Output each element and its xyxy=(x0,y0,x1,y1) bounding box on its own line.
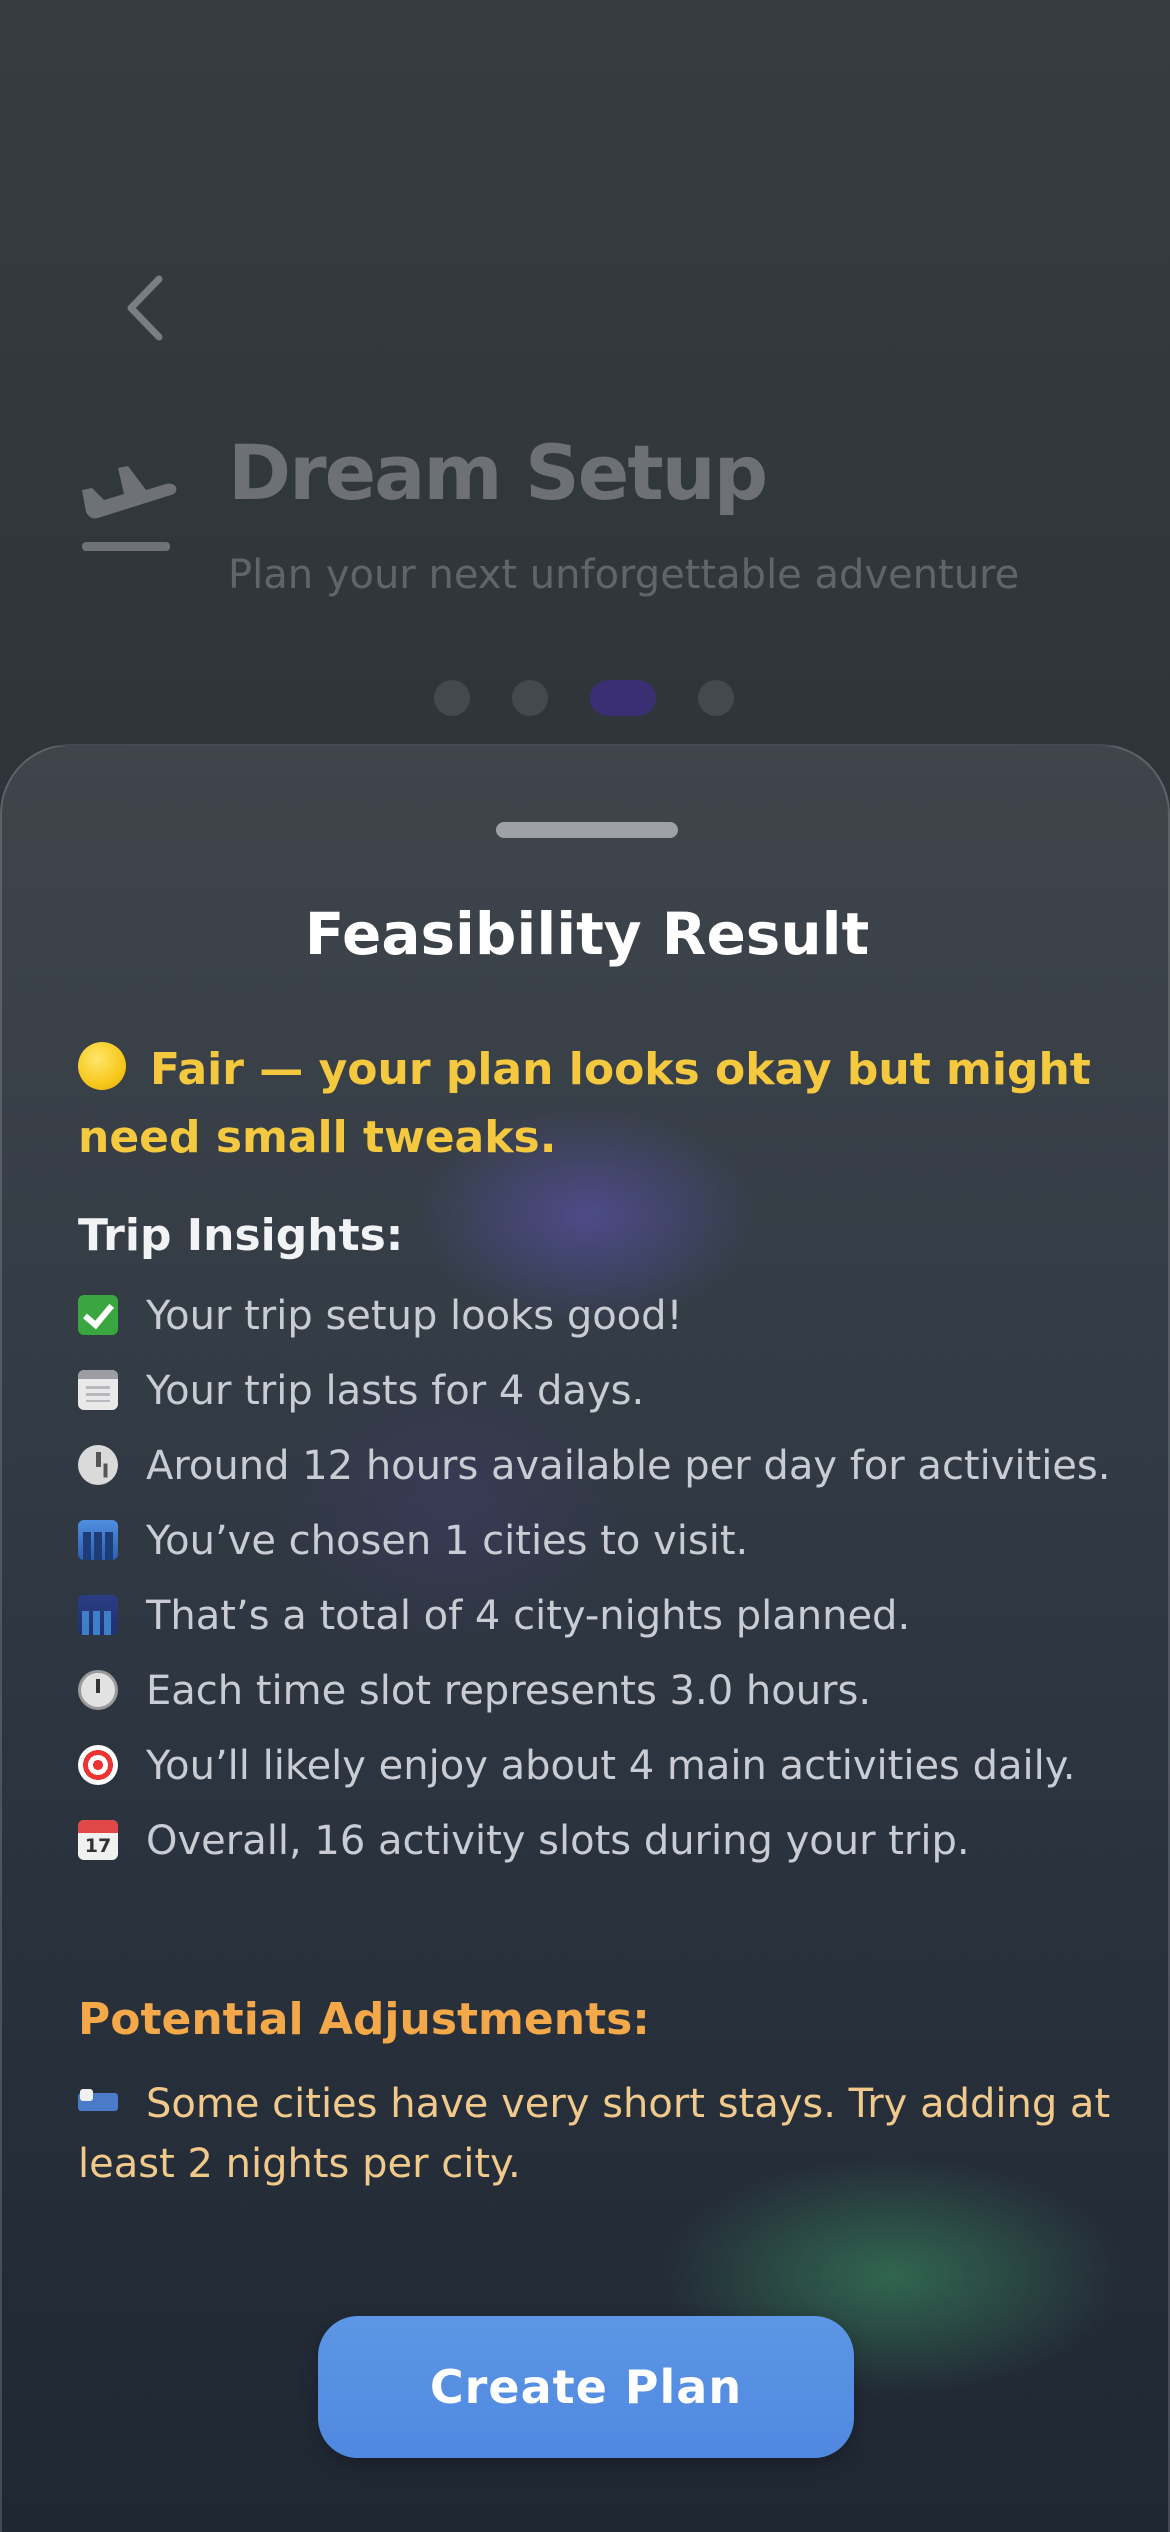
step-dot xyxy=(698,680,734,716)
target-icon xyxy=(78,1745,118,1785)
step-dot xyxy=(512,680,548,716)
check-mark-icon xyxy=(78,1295,118,1335)
stopwatch-icon xyxy=(78,1670,118,1710)
chevron-left-icon xyxy=(127,275,163,341)
step-indicator xyxy=(0,680,1170,716)
step-dot xyxy=(434,680,470,716)
feasibility-sheet: Feasibility Result Fair — your plan look… xyxy=(0,744,1170,2532)
create-plan-button[interactable]: Create Plan xyxy=(318,2316,854,2458)
insight-text: Each time slot represents 3.0 hours. xyxy=(146,1668,872,1714)
adjustments-heading: Potential Adjustments: xyxy=(78,1994,650,2045)
insight-text: Your trip setup looks good! xyxy=(146,1293,683,1339)
page-subtitle: Plan your next unforgettable adventure xyxy=(228,552,1020,598)
airplane-takeoff-icon xyxy=(82,466,177,551)
back-button[interactable] xyxy=(110,268,180,348)
insight-text: Overall, 16 activity slots during your t… xyxy=(146,1818,970,1864)
insight-text: Around 12 hours available per day for ac… xyxy=(146,1443,1111,1489)
adjustment-item: Some cities have very short stays. Try a… xyxy=(78,2074,1118,2194)
list-item: Your trip setup looks good! xyxy=(78,1286,1118,1346)
app-screen: Dream Setup Plan your next unforgettable… xyxy=(0,0,1170,2532)
bed-icon xyxy=(78,2083,118,2123)
notepad-icon xyxy=(78,1370,118,1410)
insight-text: You’ve chosen 1 cities to visit. xyxy=(146,1518,749,1564)
step-dot-active xyxy=(590,680,656,716)
yellow-circle-icon xyxy=(78,1042,126,1090)
list-item: You’ve chosen 1 cities to visit. xyxy=(78,1511,1118,1571)
insights-list: Your trip setup looks good! Your trip la… xyxy=(78,1286,1118,1886)
list-item: You’ll likely enjoy about 4 main activit… xyxy=(78,1736,1118,1796)
calendar-icon xyxy=(78,1820,118,1860)
page-title: Dream Setup xyxy=(228,428,768,517)
night-city-icon xyxy=(78,1595,118,1635)
feasibility-verdict: Fair — your plan looks okay but might ne… xyxy=(78,1036,1108,1172)
cityscape-icon xyxy=(78,1520,118,1560)
list-item: That’s a total of 4 city-nights planned. xyxy=(78,1586,1118,1646)
verdict-text: Fair — your plan looks okay but might ne… xyxy=(78,1044,1091,1163)
insights-heading: Trip Insights: xyxy=(78,1210,404,1261)
list-item: Each time slot represents 3.0 hours. xyxy=(78,1661,1118,1721)
insight-text: Your trip lasts for 4 days. xyxy=(146,1368,645,1414)
adjustment-text: Some cities have very short stays. Try a… xyxy=(78,2081,1111,2187)
sheet-drag-handle[interactable] xyxy=(496,822,678,838)
insight-text: You’ll likely enjoy about 4 main activit… xyxy=(146,1743,1076,1789)
list-item: Your trip lasts for 4 days. xyxy=(78,1361,1118,1421)
sheet-title: Feasibility Result xyxy=(304,900,870,968)
insight-text: That’s a total of 4 city-nights planned. xyxy=(146,1593,911,1639)
list-item: Overall, 16 activity slots during your t… xyxy=(78,1811,1118,1871)
clock-icon xyxy=(78,1445,118,1485)
list-item: Around 12 hours available per day for ac… xyxy=(78,1436,1118,1496)
